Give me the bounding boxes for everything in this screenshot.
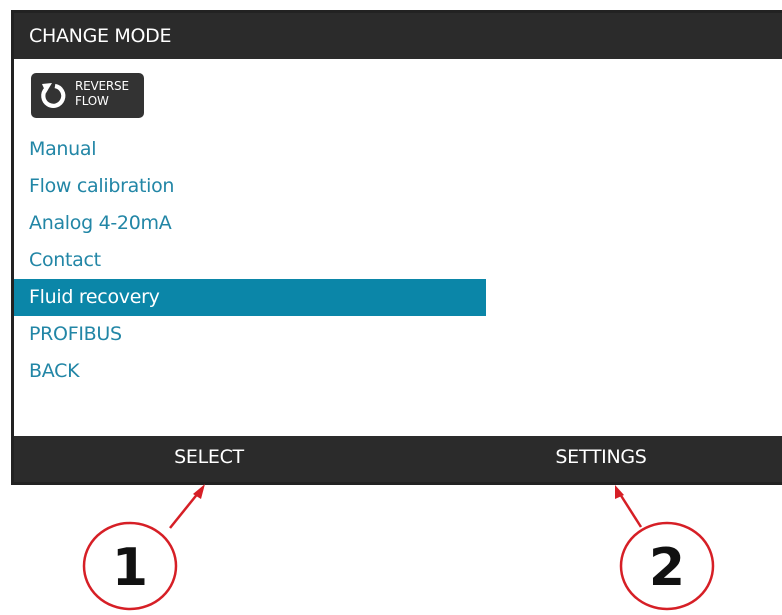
callout-2-arrow xyxy=(618,493,643,528)
callout-1-arrow xyxy=(169,491,200,529)
callout-overlay: 1 2 xyxy=(82,484,715,611)
callout-2-number: 2 xyxy=(649,538,685,598)
callout-1-number: 1 xyxy=(112,538,148,598)
